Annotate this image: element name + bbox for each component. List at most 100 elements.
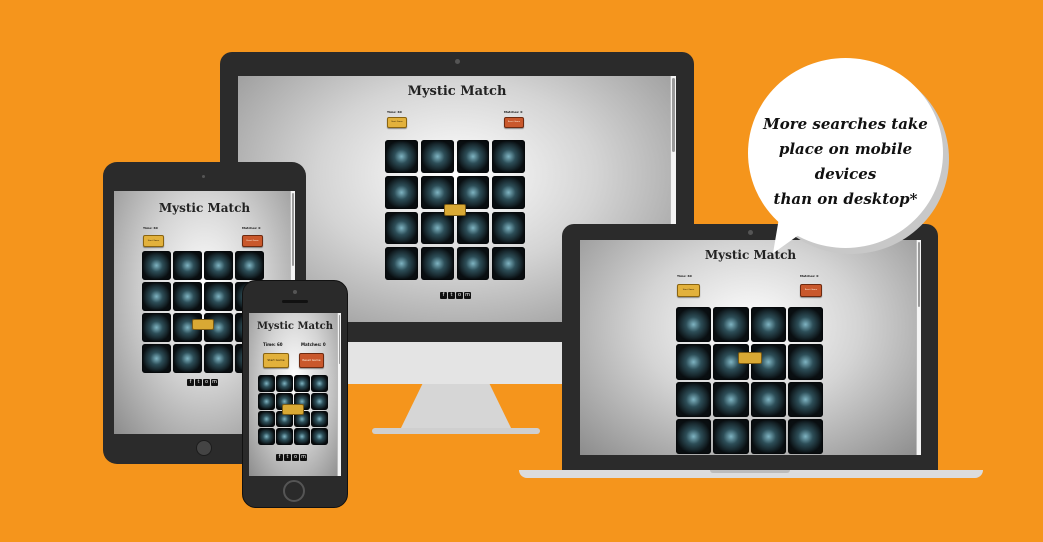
instagram-icon[interactable]: o	[292, 454, 299, 461]
page-title: Mystic Match	[704, 248, 797, 262]
twitter-icon[interactable]: t	[448, 292, 455, 299]
email-icon[interactable]: m	[300, 454, 307, 461]
reset-game-button[interactable]: Reset Game	[504, 117, 524, 128]
game-card[interactable]	[787, 307, 823, 343]
phone-screen: Mystic Match Time: 60 Matches: 0 Start G…	[249, 313, 341, 476]
game-card[interactable]	[492, 175, 525, 209]
twitter-icon[interactable]: t	[284, 454, 291, 461]
game-card[interactable]	[492, 140, 525, 173]
game-card[interactable]	[385, 247, 418, 280]
game-card[interactable]	[420, 140, 454, 173]
game-card[interactable]	[676, 418, 712, 454]
game-card[interactable]	[420, 247, 454, 280]
match-counter: Matches: 0	[242, 226, 261, 230]
game-card[interactable]	[456, 211, 490, 245]
game-card[interactable]	[676, 307, 712, 343]
email-icon[interactable]: m	[211, 379, 218, 386]
game-card[interactable]	[385, 211, 418, 245]
phone-speaker	[282, 300, 308, 303]
game-card[interactable]	[492, 247, 525, 280]
game-card[interactable]	[456, 140, 490, 173]
reset-game-button[interactable]: Reset Game	[242, 235, 263, 247]
match-counter: Matches: 0	[800, 274, 819, 278]
game-card[interactable]	[258, 410, 275, 428]
game-card[interactable]	[311, 392, 328, 410]
game-card[interactable]	[385, 140, 418, 173]
bubble-line-3: than on desktop*	[773, 190, 918, 208]
center-overlay-button[interactable]	[282, 404, 304, 415]
game-card[interactable]	[676, 344, 712, 380]
game-card[interactable]	[311, 428, 328, 445]
game-card[interactable]	[750, 381, 786, 417]
timer-display: Time: 60	[263, 342, 283, 347]
social-links: f t o m	[187, 379, 218, 386]
promo-scene: Mystic Match Time: 60 Matches: 0 Start G…	[0, 0, 1043, 542]
facebook-icon[interactable]: f	[440, 292, 447, 299]
game-card[interactable]	[142, 251, 171, 280]
game-card[interactable]	[456, 247, 490, 280]
reset-game-button[interactable]: Reset Game	[299, 353, 324, 368]
game-card[interactable]	[173, 251, 202, 280]
game-card[interactable]	[142, 344, 171, 373]
match-counter: Matches: 0	[504, 110, 523, 114]
game-card[interactable]	[713, 307, 749, 343]
bubble-line-2: place on mobile devices	[778, 140, 913, 183]
game-card[interactable]	[713, 381, 749, 417]
tablet-camera	[202, 175, 205, 178]
game-card[interactable]	[750, 307, 786, 343]
game-card[interactable]	[204, 282, 233, 311]
instagram-icon[interactable]: o	[203, 379, 210, 386]
card-grid	[676, 307, 823, 454]
game-card[interactable]	[204, 251, 233, 280]
game-card[interactable]	[787, 381, 823, 417]
center-overlay-button[interactable]	[192, 319, 214, 330]
center-overlay-button[interactable]	[738, 352, 762, 364]
game-card[interactable]	[258, 375, 275, 392]
game-card[interactable]	[385, 175, 418, 209]
start-game-button[interactable]: Start Game	[677, 284, 700, 297]
game-card[interactable]	[676, 381, 712, 417]
game-card[interactable]	[142, 282, 171, 311]
facebook-icon[interactable]: f	[187, 379, 194, 386]
twitter-icon[interactable]: t	[195, 379, 202, 386]
page-title: Mystic Match	[407, 84, 507, 99]
game-card[interactable]	[293, 428, 311, 445]
game-card[interactable]	[235, 251, 264, 280]
game-card[interactable]	[275, 428, 293, 445]
phone-scrollbar[interactable]	[337, 313, 341, 476]
game-card[interactable]	[275, 375, 293, 392]
timer-display: Time: 60	[677, 274, 692, 278]
monitor-base	[372, 428, 540, 434]
start-game-button[interactable]: Start Game	[143, 235, 164, 247]
game-card[interactable]	[311, 410, 328, 428]
start-game-button[interactable]: Start Game	[387, 117, 407, 128]
page-title: Mystic Match	[158, 201, 251, 215]
game-card[interactable]	[142, 313, 171, 342]
email-icon[interactable]: m	[464, 292, 471, 299]
game-card[interactable]	[787, 418, 823, 454]
game-card[interactable]	[492, 211, 525, 245]
social-links: f t o m	[276, 454, 307, 461]
laptop-scrollbar[interactable]	[916, 240, 921, 455]
game-card[interactable]	[258, 392, 275, 410]
game-card[interactable]	[173, 282, 202, 311]
match-counter: Matches: 0	[301, 342, 326, 347]
facebook-icon[interactable]: f	[276, 454, 283, 461]
game-card[interactable]	[204, 344, 233, 373]
game-card[interactable]	[787, 344, 823, 380]
reset-game-button[interactable]: Reset Game	[800, 284, 822, 297]
phone-camera	[293, 290, 297, 294]
game-card[interactable]	[420, 211, 454, 245]
center-overlay-button[interactable]	[444, 204, 466, 216]
game-card[interactable]	[258, 428, 275, 445]
instagram-icon[interactable]: o	[456, 292, 463, 299]
tablet-home-button[interactable]	[196, 440, 212, 456]
phone-home-button[interactable]	[283, 480, 305, 502]
game-card[interactable]	[311, 375, 328, 392]
start-game-button[interactable]: Start Game	[263, 353, 289, 368]
game-card[interactable]	[713, 418, 749, 454]
game-card[interactable]	[750, 418, 786, 454]
laptop-screen: Mystic Match Time: 60 Matches: 0 Start G…	[580, 240, 921, 455]
game-card[interactable]	[293, 375, 311, 392]
game-card[interactable]	[173, 344, 202, 373]
